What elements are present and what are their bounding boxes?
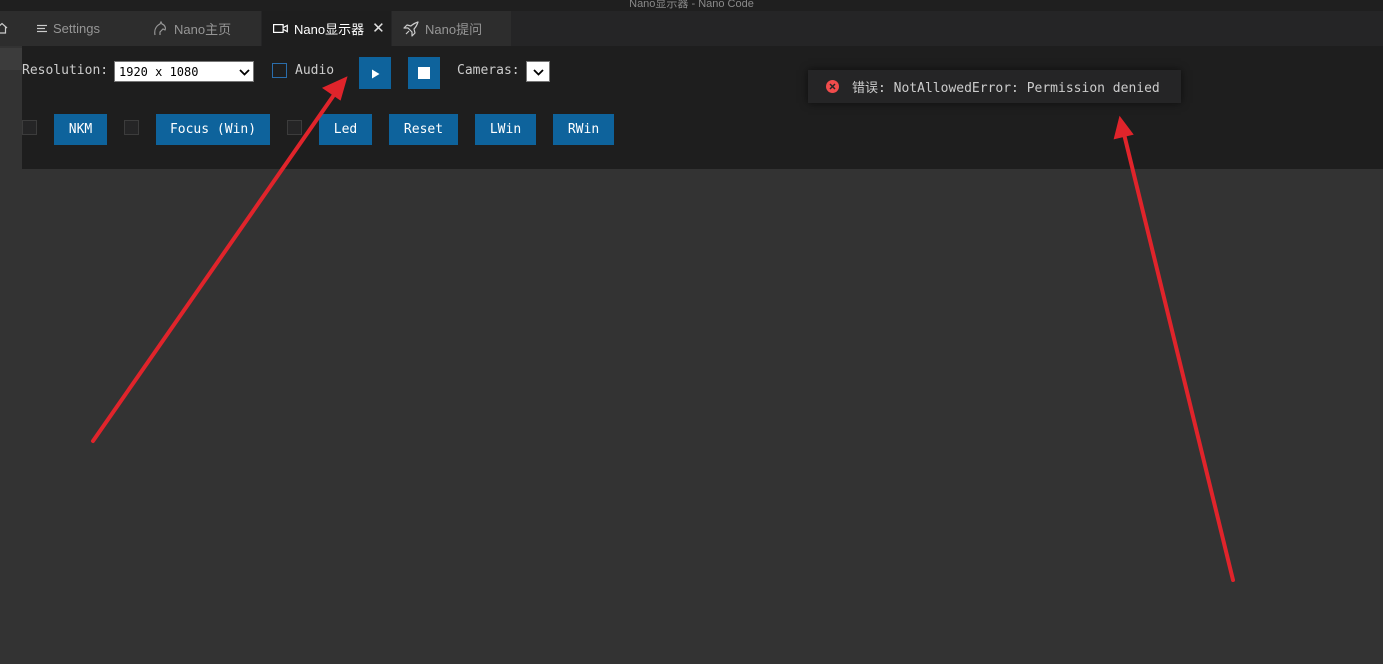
- tab-label: Nano显示器: [294, 22, 365, 37]
- chevron-down-icon: [239, 65, 250, 79]
- tab-nano-display[interactable]: Nano显示器 ✕: [262, 11, 392, 46]
- tab-nano-home[interactable]: Nano主页: [137, 11, 262, 46]
- focus-checkbox[interactable]: [124, 120, 139, 135]
- resolution-value: 1920 x 1080: [119, 64, 199, 79]
- tab-label: Settings: [53, 21, 100, 36]
- reset-button[interactable]: Reset: [389, 114, 458, 145]
- resolution-select[interactable]: 1920 x 1080: [114, 61, 254, 82]
- rwin-button[interactable]: RWin: [553, 114, 614, 145]
- audio-label: Audio: [295, 63, 335, 78]
- audio-checkbox[interactable]: [272, 63, 287, 78]
- tab-label: Nano提问: [425, 22, 483, 37]
- chevron-down-icon: [533, 65, 544, 79]
- led-button[interactable]: Led: [319, 114, 372, 145]
- resolution-label: Resolution:: [22, 63, 109, 78]
- led-checkbox[interactable]: [287, 120, 302, 135]
- lwin-button[interactable]: LWin: [475, 114, 536, 145]
- close-icon[interactable]: ✕: [372, 21, 385, 36]
- stop-button[interactable]: [408, 57, 440, 89]
- error-notification[interactable]: 错误: NotAllowedError: Permission denied: [808, 70, 1181, 103]
- settings-lines-icon: [37, 24, 47, 34]
- video-preview: [22, 169, 1383, 664]
- play-icon: [371, 64, 380, 83]
- play-button[interactable]: [359, 57, 391, 89]
- title-bar: Nano显示器 - Nano Code: [0, 0, 1383, 11]
- error-message: 错误: NotAllowedError: Permission denied: [852, 81, 1160, 96]
- nkm-button[interactable]: NKM: [54, 114, 107, 145]
- home-icon: [0, 19, 8, 38]
- horse-icon: [152, 20, 168, 37]
- rocket-icon: [403, 20, 419, 37]
- tab-label: Nano主页: [174, 22, 232, 37]
- tab-nano-ask[interactable]: Nano提问: [392, 11, 512, 46]
- stop-icon: [418, 64, 430, 83]
- home-tab-stub[interactable]: [0, 11, 22, 46]
- window-title: Nano显示器 - Nano Code: [629, 0, 754, 10]
- cameras-label: Cameras:: [457, 63, 520, 78]
- cameras-select[interactable]: [526, 61, 550, 82]
- nkm-checkbox[interactable]: [22, 120, 37, 135]
- error-icon: [826, 80, 839, 93]
- activity-item[interactable]: [0, 48, 22, 70]
- tab-settings[interactable]: Settings: [22, 11, 143, 46]
- control-panel: Resolution: 1920 x 1080 Audio Cameras: N…: [22, 46, 1383, 169]
- activity-bar: [0, 46, 22, 664]
- focus-win-button[interactable]: Focus (Win): [156, 114, 270, 145]
- camera-icon: [273, 23, 288, 34]
- tab-bar: Settings Nano主页 Nano显示器 ✕ Nano提问: [0, 11, 1383, 46]
